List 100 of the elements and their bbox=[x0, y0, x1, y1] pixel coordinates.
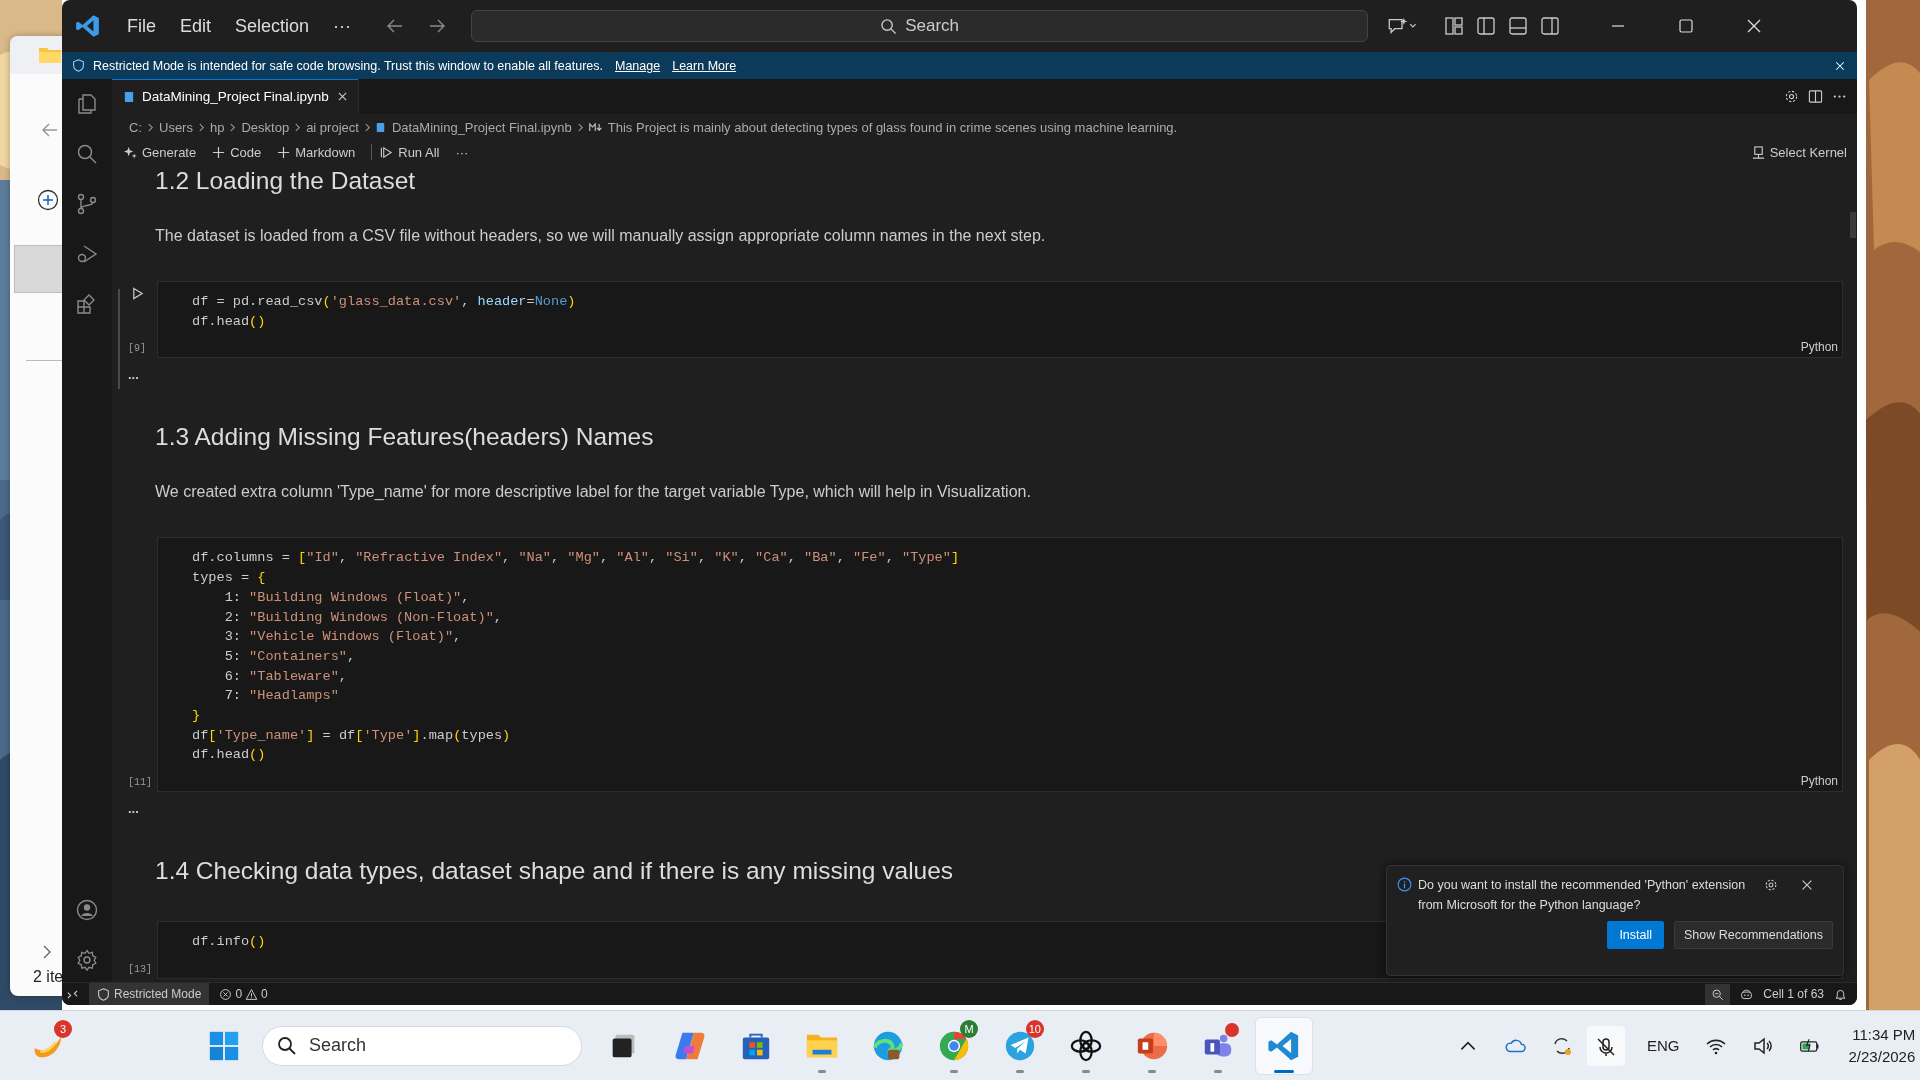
problems-indicator[interactable]: 0 0 bbox=[219, 987, 268, 1001]
item-count: 2 ite bbox=[33, 968, 64, 986]
taskbar-search-field[interactable]: Search bbox=[262, 1025, 582, 1066]
scrollbar-thumb[interactable] bbox=[1850, 212, 1856, 238]
notification-badge: 3 bbox=[54, 1019, 72, 1038]
source-control-icon[interactable] bbox=[75, 192, 99, 216]
search-icon bbox=[880, 17, 898, 35]
code-line: 3: "Vehicle Windows (Float)", bbox=[223, 628, 462, 647]
editor-tab[interactable]: DataMining_Project Final.ipynb bbox=[112, 79, 359, 114]
banner-link[interactable]: Learn More bbox=[672, 58, 737, 73]
knot-icon bbox=[1069, 1028, 1103, 1063]
run-all-icon bbox=[380, 145, 394, 159]
warning-icon bbox=[245, 987, 259, 1001]
code-line: df.columns = ["Id", "Refractive Index", "Na", "Mg", "Al", "Si", "K", "Ca", "Ba", "Fe", "Type"] bbox=[192, 549, 960, 568]
cell-position[interactable]: Cell 1 of 63 bbox=[1763, 987, 1824, 1001]
close-icon[interactable] bbox=[1834, 59, 1846, 72]
output-toggle[interactable]: ... bbox=[128, 366, 139, 382]
bell-icon[interactable] bbox=[1834, 987, 1847, 1001]
error-icon bbox=[219, 987, 233, 1001]
settings-icon[interactable] bbox=[75, 948, 99, 972]
close-icon[interactable] bbox=[1800, 878, 1814, 892]
settings-icon[interactable] bbox=[1764, 878, 1778, 892]
clock[interactable]: 11:34 PM 2/23/2026 bbox=[1848, 1023, 1916, 1068]
plus-icon bbox=[212, 145, 226, 159]
copilot-icon[interactable] bbox=[1740, 987, 1754, 1001]
breadcrumb-item[interactable]: This Project is mainly about detecting types of glass found in crime scenes using machine learning. bbox=[607, 119, 1178, 135]
chevron-icon bbox=[147, 121, 154, 133]
section-heading: 1.3 Adding Missing Features(headers) Names bbox=[155, 422, 654, 453]
chevron-icon bbox=[363, 121, 371, 133]
notification-badge: M bbox=[960, 1019, 978, 1038]
chevron-icon[interactable] bbox=[42, 944, 52, 960]
menu-item[interactable]: ··· bbox=[321, 15, 364, 37]
section-heading: 1.4 Checking data types, dataset shape and if there is any missing values bbox=[155, 856, 954, 887]
taskbar-button[interactable]: M bbox=[926, 1017, 982, 1074]
banner-link[interactable]: Manage bbox=[615, 58, 661, 73]
chevron-icon bbox=[294, 121, 302, 133]
breadcrumb-item[interactable]: DataMining_Project Final.ipynb bbox=[391, 119, 572, 135]
code-line: df = pd.read_csv('glass_data.csv', header=None) bbox=[192, 293, 576, 311]
toolbar-button[interactable]: Code bbox=[212, 144, 262, 160]
notebook-icon bbox=[124, 90, 134, 103]
command-center-search[interactable]: Search bbox=[471, 10, 1369, 42]
remote-icon[interactable] bbox=[66, 987, 79, 1001]
cell-language[interactable]: Python bbox=[1800, 774, 1838, 789]
breadcrumb-item[interactable]: ai project bbox=[306, 119, 359, 135]
code-line: } bbox=[192, 707, 201, 726]
code-line: types = { bbox=[192, 569, 266, 588]
info-icon bbox=[1397, 877, 1412, 892]
section-heading: 1.2 Loading the Dataset bbox=[155, 166, 416, 196]
taskbar-button[interactable]: 3 bbox=[20, 1017, 76, 1074]
code-line: df.info() bbox=[192, 933, 266, 952]
paragraph: We created extra column 'Type_name' for more descriptive label for the target variable Type, which will help in Visualization. bbox=[155, 482, 1032, 503]
layout-icon[interactable] bbox=[1444, 16, 1465, 36]
execution-count: [13] bbox=[128, 963, 152, 975]
menu-item[interactable]: Selection bbox=[223, 15, 322, 37]
code-cell[interactable]: df = pd.read_csv('glass_data.csv', header=None) df.head() Python bbox=[157, 281, 1843, 359]
secondary-sidebar-icon[interactable] bbox=[1540, 16, 1561, 36]
select-kernel-button[interactable]: Select Kernel bbox=[1751, 144, 1847, 160]
breadcrumb-item[interactable]: C: bbox=[129, 119, 142, 135]
more-actions-button[interactable]: ··· bbox=[455, 144, 469, 160]
muted-microphone-icon bbox=[1595, 1035, 1617, 1058]
chevron-icon bbox=[197, 121, 205, 133]
sparkle-icon bbox=[124, 145, 137, 159]
toolbar-button[interactable]: Generate bbox=[124, 144, 197, 160]
banner-message: Restricted Mode is intended for safe code browsing. Trust this window to enable all features. bbox=[93, 58, 603, 73]
search-icon bbox=[277, 1035, 297, 1056]
run-cell-icon[interactable] bbox=[131, 287, 144, 300]
chat-sparkle-icon[interactable] bbox=[1386, 16, 1419, 36]
close-icon[interactable] bbox=[336, 91, 348, 102]
sidebar-toggle-icon[interactable] bbox=[1476, 16, 1497, 36]
output-toggle[interactable]: ... bbox=[128, 800, 139, 816]
files-icon[interactable] bbox=[75, 92, 99, 116]
code-line: df.head() bbox=[192, 312, 266, 331]
input-language[interactable]: ENG bbox=[1647, 1037, 1680, 1054]
microphone-button[interactable] bbox=[1587, 1025, 1625, 1066]
install-button[interactable]: Install bbox=[1607, 921, 1665, 949]
chevron-icon bbox=[576, 121, 584, 133]
restricted-mode-indicator[interactable]: Restricted Mode bbox=[89, 983, 210, 1005]
markdown-icon bbox=[588, 122, 603, 132]
account-icon[interactable] bbox=[75, 898, 99, 922]
toolbar-button[interactable]: Markdown bbox=[277, 144, 356, 160]
recommendations-button[interactable]: Show Recommendations bbox=[1674, 921, 1833, 949]
breadcrumb-item[interactable]: hp bbox=[209, 119, 225, 135]
panel-toggle-icon[interactable] bbox=[1508, 16, 1529, 36]
add-icon[interactable] bbox=[37, 189, 59, 211]
cell-language[interactable]: Python bbox=[1800, 340, 1838, 355]
menu-item[interactable]: File bbox=[115, 15, 168, 37]
breadcrumb-item[interactable]: Desktop bbox=[241, 119, 290, 135]
code-editor-logo-icon bbox=[75, 13, 101, 39]
menu-item[interactable]: Edit bbox=[168, 15, 224, 37]
plus-icon bbox=[277, 145, 291, 159]
code-line: 1: "Building Windows (Float)", bbox=[223, 588, 470, 607]
toolbar-button[interactable]: Run All bbox=[380, 144, 440, 160]
breadcrumb-item[interactable]: Users bbox=[159, 119, 193, 135]
split-editor-icon[interactable] bbox=[1808, 89, 1823, 104]
shield-icon bbox=[97, 987, 110, 1001]
zoom-icon[interactable] bbox=[1705, 983, 1731, 1005]
code-line: 7: "Headlamps" bbox=[223, 687, 339, 706]
taskbar-button[interactable]: 10 bbox=[992, 1017, 1048, 1074]
settings-icon[interactable] bbox=[1784, 89, 1799, 104]
search-icon[interactable] bbox=[75, 142, 99, 166]
